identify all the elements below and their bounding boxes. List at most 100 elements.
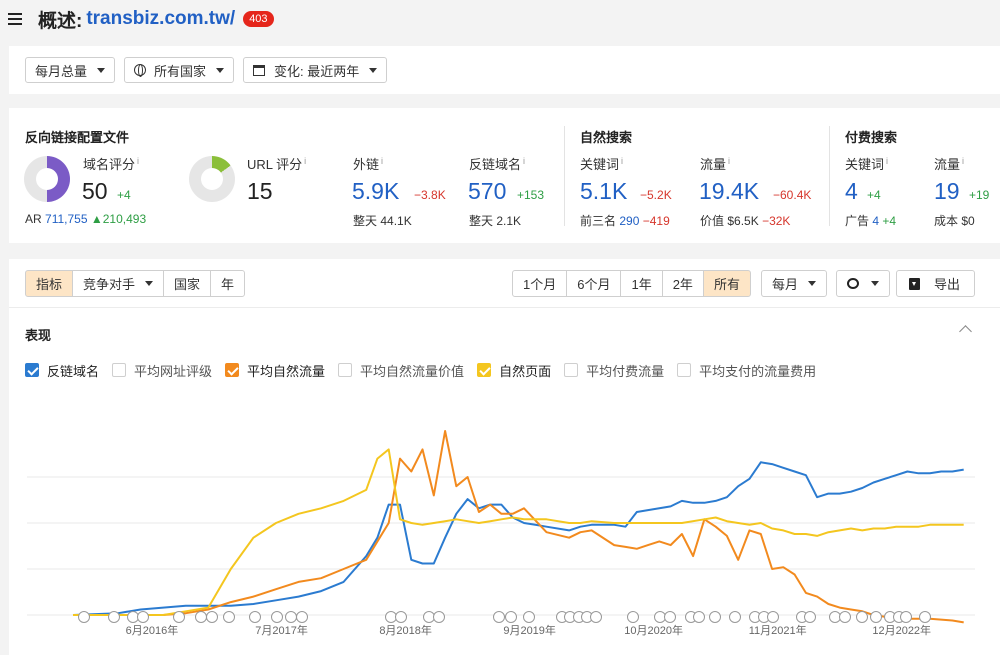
- tab-year[interactable]: 年: [210, 270, 246, 297]
- tab-country[interactable]: 国家: [163, 270, 212, 297]
- update-marker-icon: [195, 611, 207, 623]
- page-title-domain[interactable]: transbiz.com.tw/: [86, 8, 235, 30]
- legend-avg-paid-traffic[interactable]: 平均付费流量: [564, 361, 664, 380]
- paid-traffic-value[interactable]: 19: [934, 178, 960, 205]
- ur-donut-chart: [189, 156, 235, 202]
- update-marker-icon: [767, 611, 779, 623]
- chevron-up-icon[interactable]: [959, 325, 972, 338]
- range-1m[interactable]: 1个月: [512, 270, 568, 297]
- checkbox-checked-icon[interactable]: [225, 363, 240, 377]
- backlinks-value[interactable]: 5.9K: [352, 178, 399, 205]
- x-tick-label: 11月2021年: [749, 623, 807, 637]
- update-marker-icon: [900, 611, 912, 623]
- checkbox-icon[interactable]: [564, 363, 579, 377]
- update-marker-icon: [729, 611, 741, 623]
- paid-keywords-sub: 广告 4 +4: [845, 214, 897, 228]
- dr-delta: +4: [117, 188, 131, 202]
- organic-traffic-label[interactable]: 流量 i: [700, 154, 730, 173]
- globe-icon: [134, 64, 147, 77]
- caret-down-icon: [97, 67, 106, 73]
- calendar-icon: [253, 64, 266, 76]
- caret-down-icon: [871, 281, 879, 286]
- update-marker-icon: [523, 611, 535, 623]
- backlinks-delta: −3.8K: [414, 188, 446, 202]
- ref-domains-label[interactable]: 反链域名 i: [469, 154, 525, 173]
- update-marker-icon: [249, 611, 261, 623]
- update-marker-icon: [433, 611, 445, 623]
- backlinks-label[interactable]: 外链 i: [353, 154, 383, 173]
- paid-traffic-label[interactable]: 流量 i: [934, 154, 964, 173]
- legend-avg-paid-cost[interactable]: 平均支付的流量费用: [677, 361, 816, 380]
- interval-dropdown[interactable]: 每月: [761, 270, 828, 297]
- tab-metrics[interactable]: 指标: [25, 270, 74, 297]
- legend-ref-domains[interactable]: 反链域名: [25, 361, 99, 380]
- checkbox-icon[interactable]: [677, 363, 692, 377]
- organic-keywords-sub: 前三名 290 −419: [580, 214, 670, 228]
- checkbox-checked-icon[interactable]: [25, 363, 39, 377]
- update-marker-icon: [693, 611, 705, 623]
- checkbox-checked-icon[interactable]: [477, 363, 492, 377]
- range-6m[interactable]: 6个月: [566, 270, 622, 297]
- performance-panel: 指标 竞争对手 国家 年 1个月 6个月 1年 2年 所有 每月 导出 表现 反…: [9, 259, 1000, 655]
- organic-traffic-value[interactable]: 19.4K: [699, 178, 759, 205]
- update-marker-icon: [829, 611, 841, 623]
- ref-domains-value[interactable]: 570: [468, 178, 506, 205]
- export-button-wrap: 导出: [896, 270, 976, 297]
- organic-keywords-value[interactable]: 5.1K: [580, 178, 627, 205]
- monthly-dropdown[interactable]: 每月总量: [25, 57, 116, 83]
- paid-keywords-value[interactable]: 4: [845, 178, 858, 205]
- country-dropdown[interactable]: 所有国家: [124, 57, 235, 83]
- interval-dropdown-wrap: 每月: [761, 270, 828, 297]
- update-marker-icon: [271, 611, 283, 623]
- chart-grid: [27, 476, 975, 616]
- update-marker-icon: [919, 611, 931, 623]
- update-marker-icon: [296, 611, 308, 623]
- checkbox-icon[interactable]: [338, 363, 353, 377]
- hamburger-icon[interactable]: [8, 13, 22, 25]
- update-marker-icon: [78, 611, 90, 623]
- divider: [829, 126, 830, 226]
- annotation-dropdown[interactable]: [836, 270, 890, 297]
- range-2y[interactable]: 2年: [661, 270, 704, 297]
- legend-avg-organic-value[interactable]: 平均自然流量价值: [338, 361, 464, 380]
- legend-organic-pages[interactable]: 自然页面: [477, 361, 551, 380]
- series-line-1: [73, 430, 964, 624]
- paid-traffic-sub: 成本 $0: [934, 214, 975, 228]
- update-marker-icon: [127, 611, 139, 623]
- performance-chart[interactable]: 6月2016年 7月2017年 8月2018年 9月2019年 10月2020年 11月2…: [9, 393, 1000, 655]
- range-all[interactable]: 所有: [702, 270, 751, 297]
- update-marker-icon: [137, 611, 149, 623]
- update-marker-icon: [108, 611, 120, 623]
- paid-keywords-label[interactable]: 关键词 i: [845, 154, 888, 173]
- range-1y[interactable]: 1年: [620, 270, 663, 297]
- dr-label[interactable]: 域名评分 i: [83, 154, 139, 173]
- update-marker-icon: [385, 611, 397, 623]
- filter-bar: 每月总量 所有国家 变化: 最近两年: [9, 46, 1000, 94]
- legend-avg-organic-traffic[interactable]: 平均自然流量: [225, 361, 325, 380]
- update-marker-icon: [654, 611, 666, 623]
- update-marker-icon: [206, 611, 218, 623]
- dr-donut-chart: [24, 156, 70, 202]
- caret-down-icon: [145, 281, 154, 286]
- paid-traffic-delta: +19: [969, 188, 990, 202]
- chart-annotation-markers: [78, 611, 931, 623]
- backlinks-section-title: 反向链接配置文件: [25, 130, 130, 145]
- ref-domains-sub: 整天 2.1K: [469, 214, 522, 228]
- change-dropdown[interactable]: 变化: 最近两年: [243, 57, 388, 83]
- update-marker-icon: [223, 611, 235, 623]
- download-icon: [909, 277, 920, 290]
- ur-value: 15: [247, 178, 273, 204]
- ur-label[interactable]: URL 评分 i: [247, 154, 306, 173]
- legend-avg-url-rating[interactable]: 平均网址评级: [112, 361, 212, 380]
- update-marker-icon: [423, 611, 435, 623]
- caret-down-icon: [808, 281, 817, 286]
- checkbox-icon[interactable]: [112, 363, 127, 377]
- update-marker-icon: [627, 611, 639, 623]
- tab-competitors[interactable]: 竞争对手: [72, 270, 165, 297]
- organic-section-title: 自然搜索: [580, 130, 633, 145]
- organic-keywords-label[interactable]: 关键词 i: [580, 154, 623, 173]
- update-marker-icon: [395, 611, 407, 623]
- update-marker-icon: [505, 611, 517, 623]
- paid-keywords-delta: +4: [867, 188, 881, 202]
- export-button[interactable]: 导出: [896, 270, 976, 297]
